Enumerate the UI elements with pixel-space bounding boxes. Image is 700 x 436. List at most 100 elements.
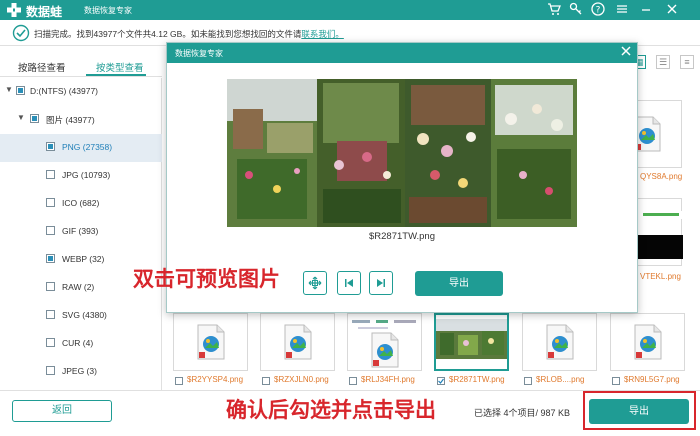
check-circle-icon bbox=[12, 24, 30, 42]
title-bar: 数据蛙 数据恢复专家 ? bbox=[0, 0, 700, 20]
list-view-icon[interactable]: ☰ bbox=[656, 55, 670, 69]
tab-by-type[interactable]: 按类型查看 bbox=[96, 60, 144, 74]
tree-item-gif[interactable]: GIF (393) bbox=[0, 218, 162, 246]
tree-item-label: RAW (2) bbox=[62, 282, 95, 292]
tree-checkbox[interactable] bbox=[46, 226, 55, 235]
cart-icon[interactable] bbox=[546, 2, 562, 18]
tree-item-label: 图片 (43977) bbox=[46, 115, 95, 125]
file-checkbox[interactable] bbox=[175, 377, 183, 385]
file-name: $R2871TW.png bbox=[449, 375, 505, 384]
scan-status-message: 扫描完成。找到43977个文件共4.12 GB。如未能找到您想找回的文件请 bbox=[34, 29, 302, 39]
file-thumbnail[interactable] bbox=[522, 313, 597, 371]
tree-item-label: ICO (682) bbox=[62, 198, 100, 208]
tree-item-jpg[interactable]: JPG (10793) bbox=[0, 162, 162, 190]
active-tab-indicator bbox=[86, 74, 146, 76]
file-checkbox[interactable] bbox=[612, 377, 620, 385]
skip-next-icon bbox=[377, 279, 385, 287]
app-name: 数据蛙 bbox=[26, 5, 63, 19]
file-thumbnail[interactable] bbox=[173, 313, 248, 371]
tree-item-jpeg[interactable]: JPEG (3) bbox=[0, 358, 162, 386]
tree-checkbox[interactable] bbox=[46, 366, 55, 375]
chevron-down-icon[interactable]: ▼ bbox=[16, 113, 26, 123]
preview-filename: $R2871TW.png bbox=[368, 231, 435, 242]
file-name: QYS8A.png bbox=[640, 172, 683, 181]
tree-item-drive[interactable]: ▼ D:(NTFS) (43977) bbox=[0, 78, 162, 106]
file-name: $RLOB....png bbox=[536, 375, 585, 384]
image-file-icon bbox=[546, 324, 573, 360]
tree-checkbox[interactable] bbox=[30, 114, 39, 123]
move-icon bbox=[308, 276, 322, 290]
image-file-icon bbox=[371, 332, 398, 368]
next-image-button[interactable] bbox=[369, 271, 393, 295]
file-checkbox[interactable] bbox=[524, 377, 532, 385]
file-checkbox[interactable] bbox=[349, 377, 357, 385]
detail-view-icon[interactable]: ≡ bbox=[680, 55, 694, 69]
annotation-confirm-export: 确认后勾选并点击导出 bbox=[226, 399, 436, 422]
tree-item-label: PNG (27358) bbox=[62, 142, 113, 152]
checkmark-icon bbox=[438, 378, 444, 384]
view-mode-toolbar: ▦ ☰ ≡ bbox=[632, 55, 694, 69]
file-name: VTEKL.png bbox=[640, 272, 681, 281]
tree-item-label: WEBP (32) bbox=[62, 254, 105, 264]
fit-screen-button[interactable] bbox=[303, 271, 327, 295]
close-icon[interactable] bbox=[664, 2, 680, 18]
app-subtitle: 数据恢复专家 bbox=[84, 6, 132, 15]
image-preview bbox=[227, 79, 577, 227]
file-checkbox-checked[interactable] bbox=[437, 377, 445, 385]
tree-item-cur[interactable]: CUR (4) bbox=[0, 330, 162, 358]
help-icon[interactable]: ? bbox=[590, 2, 606, 18]
image-file-icon bbox=[197, 324, 224, 360]
file-thumbnail-selected[interactable] bbox=[434, 313, 509, 371]
tree-checkbox[interactable] bbox=[46, 310, 55, 319]
tree-checkbox[interactable] bbox=[46, 198, 55, 207]
back-button[interactable]: 返回 bbox=[12, 400, 112, 422]
tree-checkbox[interactable] bbox=[46, 170, 55, 179]
previous-image-button[interactable] bbox=[337, 271, 361, 295]
tree-item-label: D:(NTFS) (43977) bbox=[30, 86, 99, 96]
dialog-export-button[interactable]: 导出 bbox=[415, 271, 503, 296]
file-thumbnail[interactable] bbox=[610, 313, 685, 371]
tree-item-images[interactable]: ▼ 图片 (43977) bbox=[0, 106, 162, 134]
file-type-tree: ▼ D:(NTFS) (43977) ▼ 图片 (43977) PNG (273… bbox=[0, 78, 162, 390]
file-thumbnail[interactable] bbox=[260, 313, 335, 371]
tree-item-label: GIF (393) bbox=[62, 226, 99, 236]
chevron-down-icon[interactable]: ▼ bbox=[4, 85, 14, 95]
view-tabs: 按路径查看 按类型查看 bbox=[0, 57, 162, 77]
tree-checkbox[interactable] bbox=[46, 142, 55, 151]
file-name: $RLJ34FH.png bbox=[361, 375, 415, 384]
file-checkbox[interactable] bbox=[262, 377, 270, 385]
tree-item-ico[interactable]: ICO (682) bbox=[0, 190, 162, 218]
tree-item-label: JPEG (3) bbox=[62, 366, 97, 376]
image-file-icon bbox=[284, 324, 311, 360]
tree-item-label: SVG (4380) bbox=[62, 310, 107, 320]
menu-icon[interactable] bbox=[614, 2, 630, 18]
tree-item-png[interactable]: PNG (27358) bbox=[0, 134, 162, 162]
file-name: $RZXJLN0.png bbox=[274, 375, 329, 384]
garden-photo-thumbnail bbox=[436, 319, 507, 359]
image-file-icon bbox=[634, 324, 661, 360]
tree-item-label: CUR (4) bbox=[62, 338, 94, 348]
tree-checkbox[interactable] bbox=[46, 338, 55, 347]
tree-checkbox[interactable] bbox=[46, 254, 55, 263]
file-thumbnail[interactable] bbox=[347, 313, 422, 371]
highlight-box bbox=[583, 391, 696, 430]
tree-item-label: JPG (10793) bbox=[62, 170, 111, 180]
dialog-header: 数据恢复专家 bbox=[167, 43, 637, 63]
scan-status-text: 扫描完成。找到43977个文件共4.12 GB。如未能找到您想找回的文件请联系我… bbox=[34, 28, 344, 40]
file-name: $RN9L5G7.png bbox=[624, 375, 680, 384]
file-name: $R2YYSP4.png bbox=[187, 375, 244, 384]
tree-checkbox[interactable] bbox=[46, 282, 55, 291]
key-icon[interactable] bbox=[568, 2, 584, 18]
tree-checkbox[interactable] bbox=[16, 86, 25, 95]
selection-info: 已选择 4个项目/ 987 KB bbox=[474, 408, 571, 418]
svg-text:?: ? bbox=[596, 6, 601, 16]
dialog-title: 数据恢复专家 bbox=[175, 49, 223, 58]
contact-us-link[interactable]: 联系我们。 bbox=[301, 29, 344, 39]
minimize-icon[interactable] bbox=[638, 2, 654, 18]
tab-by-path[interactable]: 按路径查看 bbox=[18, 60, 66, 74]
app-logo-icon bbox=[7, 3, 21, 17]
garden-photo-preview bbox=[227, 79, 577, 227]
annotation-double-click-preview: 双击可预览图片 bbox=[133, 268, 280, 291]
dialog-close-icon[interactable] bbox=[619, 45, 633, 59]
tree-item-svg[interactable]: SVG (4380) bbox=[0, 302, 162, 330]
